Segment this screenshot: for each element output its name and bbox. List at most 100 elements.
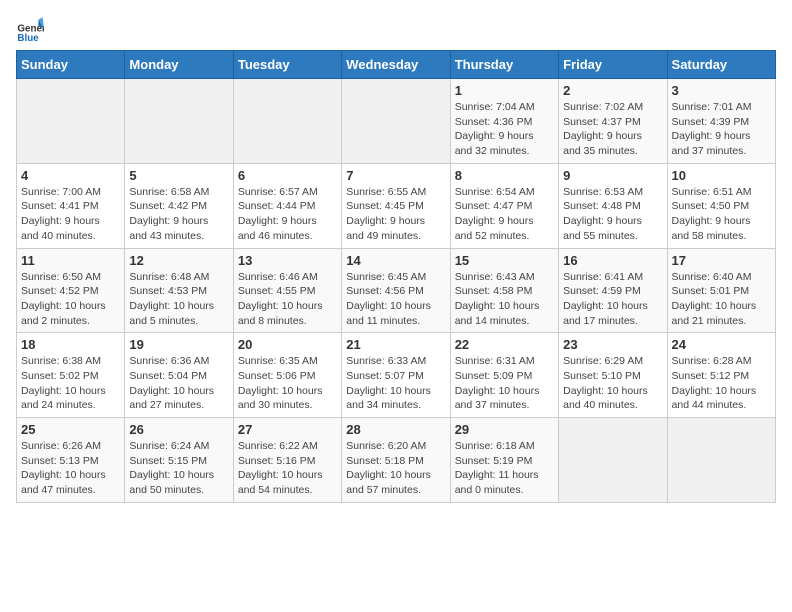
svg-text:Blue: Blue: [17, 33, 39, 44]
day-detail: Sunrise: 6:41 AM Sunset: 4:59 PM Dayligh…: [563, 270, 662, 329]
day-number: 24: [672, 337, 771, 352]
calendar-cell: 9 Sunrise: 6:53 AM Sunset: 4:48 PM Daylig…: [559, 163, 667, 248]
calendar-cell: 24 Sunrise: 6:28 AM Sunset: 5:12 PM Dayli…: [667, 333, 775, 418]
header-friday: Friday: [559, 51, 667, 79]
header-saturday: Saturday: [667, 51, 775, 79]
day-detail: Sunrise: 6:51 AM Sunset: 4:50 PM Dayligh…: [672, 185, 771, 244]
day-detail: Sunrise: 6:57 AM Sunset: 4:44 PM Dayligh…: [238, 185, 337, 244]
day-number: 19: [129, 337, 228, 352]
day-number: 11: [21, 253, 120, 268]
calendar-cell: 16Sunrise: 6:41 AM Sunset: 4:59 PM Dayli…: [559, 248, 667, 333]
calendar-cell: [233, 79, 341, 164]
day-number: 2: [563, 83, 662, 98]
day-detail: Sunrise: 7:01 AM Sunset: 4:39 PM Dayligh…: [672, 100, 771, 159]
calendar-cell: 3Sunrise: 7:01 AM Sunset: 4:39 PM Daylig…: [667, 79, 775, 164]
day-number: 14: [346, 253, 445, 268]
calendar-cell: 8 Sunrise: 6:54 AM Sunset: 4:47 PM Daylig…: [450, 163, 558, 248]
calendar-cell: 22 Sunrise: 6:31 AM Sunset: 5:09 PM Dayli…: [450, 333, 558, 418]
header-wednesday: Wednesday: [342, 51, 450, 79]
day-number: 12: [129, 253, 228, 268]
calendar-cell: 10 Sunrise: 6:51 AM Sunset: 4:50 PM Dayli…: [667, 163, 775, 248]
day-detail: Sunrise: 6:29 AM Sunset: 5:10 PM Dayligh…: [563, 354, 662, 413]
calendar-cell: 4 Sunrise: 7:00 AM Sunset: 4:41 PM Daylig…: [17, 163, 125, 248]
calendar-cell: 13 Sunrise: 6:46 AM Sunset: 4:55 PM Dayli…: [233, 248, 341, 333]
day-detail: Sunrise: 6:38 AM Sunset: 5:02 PM Dayligh…: [21, 354, 120, 413]
day-detail: Sunrise: 6:45 AM Sunset: 4:56 PM Dayligh…: [346, 270, 445, 329]
header-sunday: Sunday: [17, 51, 125, 79]
day-number: 5: [129, 168, 228, 183]
day-number: 7: [346, 168, 445, 183]
calendar-cell: 7 Sunrise: 6:55 AM Sunset: 4:45 PM Daylig…: [342, 163, 450, 248]
day-detail: Sunrise: 6:43 AM Sunset: 4:58 PM Dayligh…: [455, 270, 554, 329]
day-number: 17: [672, 253, 771, 268]
calendar-cell: 27Sunrise: 6:22 AM Sunset: 5:16 PM Dayli…: [233, 418, 341, 503]
day-detail: Sunrise: 6:46 AM Sunset: 4:55 PM Dayligh…: [238, 270, 337, 329]
calendar-week-4: 18 Sunrise: 6:38 AM Sunset: 5:02 PM Dayli…: [17, 333, 776, 418]
calendar-week-5: 25 Sunrise: 6:26 AM Sunset: 5:13 PM Dayli…: [17, 418, 776, 503]
day-number: 22: [455, 337, 554, 352]
day-detail: Sunrise: 6:26 AM Sunset: 5:13 PM Dayligh…: [21, 439, 120, 498]
day-detail: Sunrise: 6:22 AM Sunset: 5:16 PM Dayligh…: [238, 439, 337, 498]
day-number: 29: [455, 422, 554, 437]
day-number: 1: [455, 83, 554, 98]
calendar-cell: [17, 79, 125, 164]
logo: General Blue: [16, 16, 44, 44]
day-number: 9: [563, 168, 662, 183]
header-thursday: Thursday: [450, 51, 558, 79]
day-detail: Sunrise: 6:36 AM Sunset: 5:04 PM Dayligh…: [129, 354, 228, 413]
calendar-cell: 20Sunrise: 6:35 AM Sunset: 5:06 PM Dayli…: [233, 333, 341, 418]
day-number: 10: [672, 168, 771, 183]
calendar-cell: 29 Sunrise: 6:18 AM Sunset: 5:19 PM Dayli…: [450, 418, 558, 503]
day-number: 25: [21, 422, 120, 437]
day-detail: Sunrise: 7:04 AM Sunset: 4:36 PM Dayligh…: [455, 100, 554, 159]
day-detail: Sunrise: 6:55 AM Sunset: 4:45 PM Dayligh…: [346, 185, 445, 244]
calendar-cell: 26Sunrise: 6:24 AM Sunset: 5:15 PM Dayli…: [125, 418, 233, 503]
day-detail: Sunrise: 6:40 AM Sunset: 5:01 PM Dayligh…: [672, 270, 771, 329]
calendar-week-3: 11 Sunrise: 6:50 AM Sunset: 4:52 PM Dayli…: [17, 248, 776, 333]
calendar-week-1: 1 Sunrise: 7:04 AM Sunset: 4:36 PM Daylig…: [17, 79, 776, 164]
day-detail: Sunrise: 6:48 AM Sunset: 4:53 PM Dayligh…: [129, 270, 228, 329]
calendar-cell: 28 Sunrise: 6:20 AM Sunset: 5:18 PM Dayli…: [342, 418, 450, 503]
day-number: 15: [455, 253, 554, 268]
calendar-cell: [342, 79, 450, 164]
day-number: 8: [455, 168, 554, 183]
calendar-cell: 21 Sunrise: 6:33 AM Sunset: 5:07 PM Dayli…: [342, 333, 450, 418]
calendar-header-row: SundayMondayTuesdayWednesdayThursdayFrid…: [17, 51, 776, 79]
day-detail: Sunrise: 6:54 AM Sunset: 4:47 PM Dayligh…: [455, 185, 554, 244]
day-number: 23: [563, 337, 662, 352]
day-number: 28: [346, 422, 445, 437]
day-detail: Sunrise: 7:02 AM Sunset: 4:37 PM Dayligh…: [563, 100, 662, 159]
day-detail: Sunrise: 6:33 AM Sunset: 5:07 PM Dayligh…: [346, 354, 445, 413]
header-tuesday: Tuesday: [233, 51, 341, 79]
calendar-cell: 25 Sunrise: 6:26 AM Sunset: 5:13 PM Dayli…: [17, 418, 125, 503]
calendar-cell: 12 Sunrise: 6:48 AM Sunset: 4:53 PM Dayli…: [125, 248, 233, 333]
calendar-cell: 14 Sunrise: 6:45 AM Sunset: 4:56 PM Dayli…: [342, 248, 450, 333]
day-detail: Sunrise: 6:53 AM Sunset: 4:48 PM Dayligh…: [563, 185, 662, 244]
calendar-cell: 15 Sunrise: 6:43 AM Sunset: 4:58 PM Dayli…: [450, 248, 558, 333]
day-detail: Sunrise: 6:18 AM Sunset: 5:19 PM Dayligh…: [455, 439, 554, 498]
calendar-week-2: 4 Sunrise: 7:00 AM Sunset: 4:41 PM Daylig…: [17, 163, 776, 248]
calendar-cell: [667, 418, 775, 503]
day-number: 4: [21, 168, 120, 183]
page-header: General Blue: [16, 16, 776, 44]
day-number: 20: [238, 337, 337, 352]
day-detail: Sunrise: 6:28 AM Sunset: 5:12 PM Dayligh…: [672, 354, 771, 413]
calendar-cell: 5 Sunrise: 6:58 AM Sunset: 4:42 PM Daylig…: [125, 163, 233, 248]
calendar-cell: [559, 418, 667, 503]
day-detail: Sunrise: 6:24 AM Sunset: 5:15 PM Dayligh…: [129, 439, 228, 498]
calendar-cell: 6Sunrise: 6:57 AM Sunset: 4:44 PM Daylig…: [233, 163, 341, 248]
day-number: 13: [238, 253, 337, 268]
header-monday: Monday: [125, 51, 233, 79]
day-detail: Sunrise: 6:58 AM Sunset: 4:42 PM Dayligh…: [129, 185, 228, 244]
day-detail: Sunrise: 7:00 AM Sunset: 4:41 PM Dayligh…: [21, 185, 120, 244]
calendar-cell: 19 Sunrise: 6:36 AM Sunset: 5:04 PM Dayli…: [125, 333, 233, 418]
calendar-table: SundayMondayTuesdayWednesdayThursdayFrid…: [16, 50, 776, 503]
calendar-cell: 18 Sunrise: 6:38 AM Sunset: 5:02 PM Dayli…: [17, 333, 125, 418]
calendar-cell: 17 Sunrise: 6:40 AM Sunset: 5:01 PM Dayli…: [667, 248, 775, 333]
day-detail: Sunrise: 6:31 AM Sunset: 5:09 PM Dayligh…: [455, 354, 554, 413]
day-number: 21: [346, 337, 445, 352]
calendar-cell: 23 Sunrise: 6:29 AM Sunset: 5:10 PM Dayli…: [559, 333, 667, 418]
day-detail: Sunrise: 6:50 AM Sunset: 4:52 PM Dayligh…: [21, 270, 120, 329]
day-number: 18: [21, 337, 120, 352]
day-detail: Sunrise: 6:20 AM Sunset: 5:18 PM Dayligh…: [346, 439, 445, 498]
